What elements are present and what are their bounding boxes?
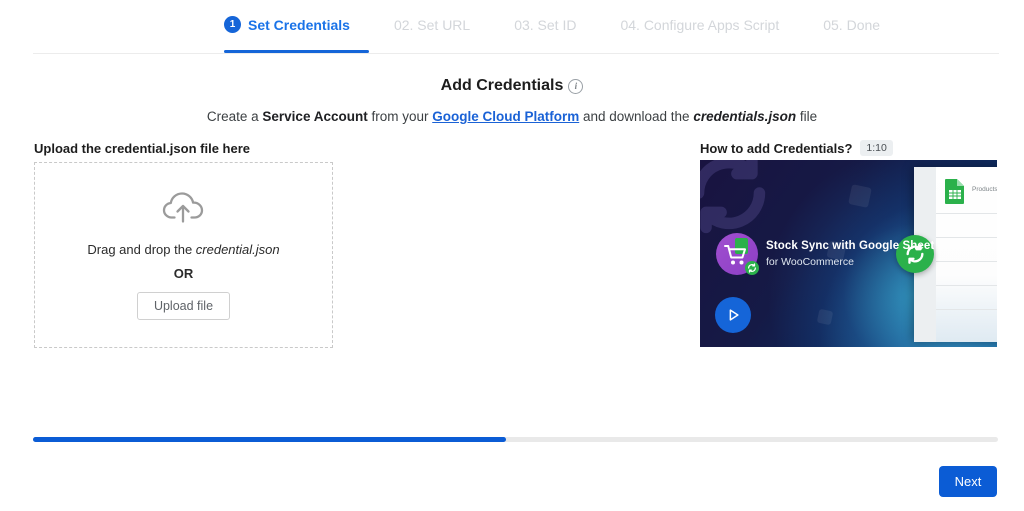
progress-bar-track <box>33 437 998 442</box>
info-icon[interactable]: i <box>568 79 584 94</box>
tabs-divider <box>33 53 999 54</box>
subtitle-text-2: from your <box>367 109 433 124</box>
tab-label: 05. Done <box>823 16 881 33</box>
subtitle-text-3: and download the <box>579 109 694 124</box>
product-logo <box>716 233 759 275</box>
page-subtitle: Create a Service Account from your Googl… <box>0 109 1024 124</box>
video-heading-text: How to add Credentials? <box>700 140 853 156</box>
tab-done[interactable]: 05. Done <box>801 17 902 33</box>
subtitle-credentials-json: credentials.json <box>693 109 797 124</box>
step-tab-list: 1 Set Credentials 02. Set URL 03. Set ID… <box>224 16 902 33</box>
cloud-upload-icon <box>162 190 206 229</box>
tab-configure-apps-script[interactable]: 04. Configure Apps Script <box>598 17 801 33</box>
tab-label: 03. Set ID <box>514 16 577 33</box>
page-title: Add Credentials i <box>0 77 1024 95</box>
step-navigation: 1 Set Credentials 02. Set URL 03. Set ID… <box>0 0 1024 54</box>
step-number-badge: 1 <box>224 16 241 33</box>
active-tab-indicator <box>224 50 369 53</box>
dropzone-file-name: credential.json <box>195 242 280 257</box>
google-cloud-platform-link[interactable]: Google Cloud Platform <box>432 109 579 124</box>
subtitle-text-1: Create a <box>206 109 263 124</box>
upload-section-label: Upload the credential.json file here <box>34 141 250 156</box>
page-title-text: Add Credentials <box>440 77 564 94</box>
video-thumbnail[interactable]: Products Stock Sync with Google Sheet fo… <box>700 160 997 347</box>
spreadsheet-row-line <box>936 237 997 238</box>
shopping-cart-icon <box>724 244 748 266</box>
subtitle-text-4: file <box>796 109 818 124</box>
upload-file-button[interactable]: Upload file <box>136 292 231 320</box>
decorative-cube <box>848 184 872 208</box>
spreadsheet-row-line <box>936 213 997 214</box>
google-sheets-icon <box>944 178 966 205</box>
background-sync-icon <box>700 160 772 236</box>
file-dropzone[interactable]: Drag and drop the credential.json OR Upl… <box>34 162 333 348</box>
tab-set-credentials[interactable]: 1 Set Credentials <box>224 16 372 33</box>
tab-label: 04. Configure Apps Script <box>620 16 780 33</box>
video-heading-row: How to add Credentials? 1:10 <box>700 140 893 156</box>
video-overlay-title: Stock Sync with Google Sheet <box>766 240 935 252</box>
spreadsheet-row-line <box>936 309 997 310</box>
spreadsheet-row-line <box>936 261 997 262</box>
tab-label: 02. Set URL <box>393 16 471 33</box>
video-overlay-subtitle: for WooCommerce <box>766 256 854 268</box>
dropzone-instruction-prefix: Drag and drop the <box>87 242 196 257</box>
spreadsheet-title-label: Products <box>972 186 997 193</box>
spreadsheet-row-line <box>936 285 997 286</box>
logo-sync-badge-icon <box>745 261 759 275</box>
next-button[interactable]: Next <box>939 466 997 497</box>
subtitle-service-account: Service Account <box>262 109 368 124</box>
tab-set-id[interactable]: 03. Set ID <box>492 17 598 33</box>
tab-label: Set Credentials <box>248 16 350 33</box>
video-duration-badge: 1:10 <box>860 140 893 156</box>
progress-bar-fill <box>33 437 506 442</box>
decorative-cube <box>816 308 834 326</box>
tab-set-url[interactable]: 02. Set URL <box>372 17 492 33</box>
dropzone-instruction: Drag and drop the credential.json <box>87 242 279 257</box>
play-button[interactable] <box>715 297 751 333</box>
dropzone-or-label: OR <box>173 266 194 281</box>
